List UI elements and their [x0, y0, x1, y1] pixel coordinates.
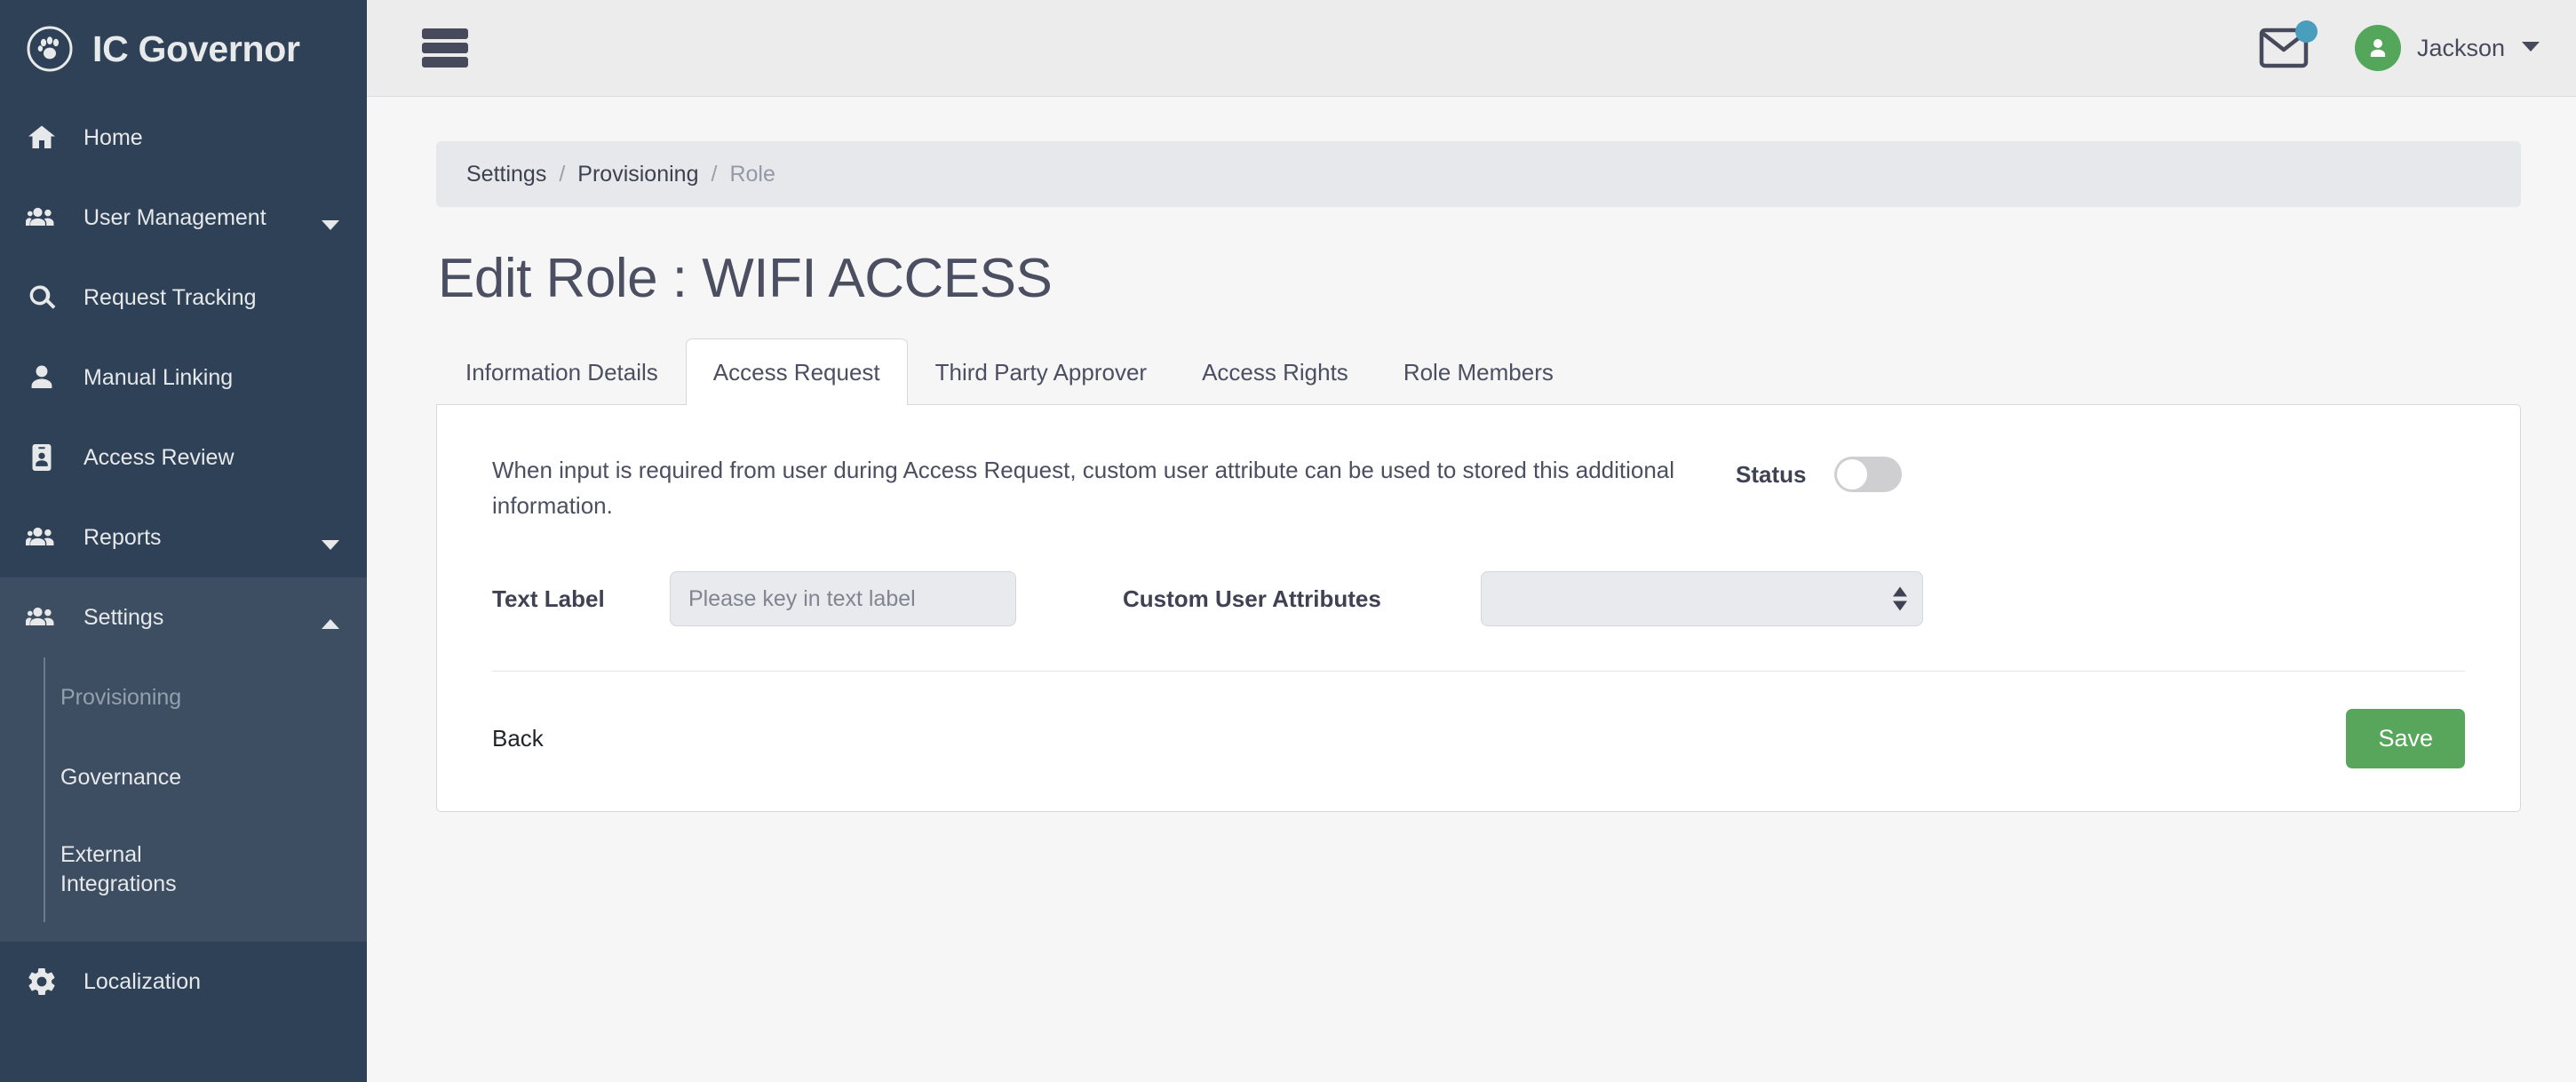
- sidebar: IC Governor Home User Management Request…: [0, 0, 367, 1082]
- sidebar-item-label: Manual Linking: [83, 364, 234, 390]
- sidebar-item-localization[interactable]: Localization: [0, 942, 367, 1022]
- form-row: Text Label Custom User Attributes: [492, 571, 2465, 627]
- breadcrumb-item-provisioning[interactable]: Provisioning: [577, 162, 698, 187]
- text-label-input[interactable]: [670, 571, 1016, 627]
- users-icon: [25, 601, 59, 634]
- avatar: [2354, 25, 2401, 71]
- users-icon: [25, 201, 59, 235]
- custom-user-attributes-field-group: Custom User Attributes: [1123, 571, 1923, 627]
- chevron-up-icon: [321, 611, 340, 629]
- id-badge-icon: [25, 441, 59, 474]
- save-button[interactable]: Save: [2346, 709, 2465, 769]
- sidebar-item-user-management[interactable]: User Management: [0, 178, 367, 258]
- panel-footer: Back Save: [437, 672, 2520, 811]
- custom-user-attributes-label: Custom User Attributes: [1123, 585, 1381, 612]
- user-icon: [25, 361, 59, 394]
- sidebar-item-label: User Management: [83, 204, 266, 230]
- custom-user-attributes-select-wrap: [1481, 571, 1923, 627]
- chevron-down-icon: [321, 211, 340, 230]
- panel-header-row: When input is required from user during …: [492, 453, 2465, 523]
- gear-icon: [25, 965, 59, 998]
- topbar: Jackson: [367, 0, 2576, 97]
- breadcrumb-item-settings[interactable]: Settings: [466, 162, 546, 187]
- sidebar-nav: Home User Management Request Tracking Ma…: [0, 98, 367, 1022]
- sidebar-item-access-review[interactable]: Access Review: [0, 418, 367, 497]
- envelope-icon[interactable]: [2259, 20, 2318, 71]
- sidebar-item-label: Access Review: [83, 444, 235, 470]
- sidebar-subitem-provisioning[interactable]: Provisioning: [60, 657, 367, 737]
- app-root: IC Governor Home User Management Request…: [0, 0, 2576, 1082]
- brand[interactable]: IC Governor: [0, 0, 367, 98]
- chevron-down-icon: [2521, 40, 2540, 57]
- panel-body: When input is required from user during …: [437, 405, 2520, 627]
- search-icon: [25, 281, 59, 314]
- breadcrumb-item-role: Role: [729, 161, 775, 187]
- sidebar-item-label: Localization: [83, 968, 202, 994]
- brand-name: IC Governor: [92, 28, 300, 69]
- toggle-knob: [1837, 459, 1868, 489]
- status-label: Status: [1736, 460, 1807, 488]
- sidebar-subitem-external-integrations[interactable]: External Integrations: [60, 817, 367, 922]
- sidebar-item-label: Settings: [83, 604, 164, 630]
- tab-information-details[interactable]: Information Details: [438, 338, 686, 404]
- sidebar-item-settings[interactable]: Settings: [0, 577, 367, 657]
- sidebar-subitem-governance[interactable]: Governance: [60, 737, 367, 817]
- sidebar-item-reports[interactable]: Reports: [0, 497, 367, 577]
- back-button[interactable]: Back: [492, 716, 556, 761]
- sidebar-subitem-label: Provisioning: [60, 684, 182, 710]
- chevron-down-icon: [321, 531, 340, 550]
- users-icon: [25, 521, 59, 554]
- user-name: Jackson: [2416, 34, 2505, 61]
- tab-access-request[interactable]: Access Request: [685, 338, 908, 405]
- sidebar-subnav-settings: Provisioning Governance External Integra…: [0, 657, 367, 942]
- tab-access-rights[interactable]: Access Rights: [1174, 338, 1376, 404]
- sidebar-item-home[interactable]: Home: [0, 98, 367, 178]
- sidebar-subitem-label: External Integrations: [60, 842, 177, 896]
- text-label-label: Text Label: [492, 585, 605, 612]
- breadcrumb-separator: /: [559, 161, 566, 187]
- tab-third-party-approver[interactable]: Third Party Approver: [908, 338, 1174, 404]
- sidebar-item-label: Home: [83, 124, 143, 150]
- breadcrumb: Settings / Provisioning / Role: [436, 141, 2521, 207]
- page-title: Edit Role : WIFI ACCESS: [438, 248, 1053, 309]
- access-request-panel: When input is required from user during …: [436, 404, 2521, 813]
- tab-bar: Information Details Access Request Third…: [438, 338, 2521, 405]
- custom-user-attributes-select[interactable]: [1481, 571, 1923, 627]
- status-toggle[interactable]: [1834, 457, 1903, 492]
- main-area: Jackson Settings / Provisioning / Role E…: [367, 0, 2576, 1082]
- sidebar-group-settings: Settings Provisioning Governance Externa…: [0, 577, 367, 942]
- home-icon: [25, 121, 59, 155]
- sidebar-item-label: Reports: [83, 524, 162, 550]
- status-block: Status: [1736, 453, 1903, 492]
- sidebar-subitem-label: Governance: [60, 764, 182, 790]
- content: Settings / Provisioning / Role Edit Role…: [367, 97, 2576, 1082]
- user-menu[interactable]: Jackson: [2354, 25, 2540, 71]
- sidebar-item-request-tracking[interactable]: Request Tracking: [0, 258, 367, 338]
- text-label-field-group: Text Label: [492, 571, 1016, 627]
- sidebar-item-label: Request Tracking: [83, 284, 257, 310]
- breadcrumb-separator: /: [711, 161, 718, 187]
- hamburger-icon[interactable]: [422, 28, 468, 68]
- sidebar-item-manual-linking[interactable]: Manual Linking: [0, 338, 367, 418]
- notification-badge: [2294, 20, 2318, 43]
- tab-role-members[interactable]: Role Members: [1376, 338, 1581, 404]
- paw-circle-icon: [25, 24, 75, 74]
- panel-description: When input is required from user during …: [492, 457, 1675, 519]
